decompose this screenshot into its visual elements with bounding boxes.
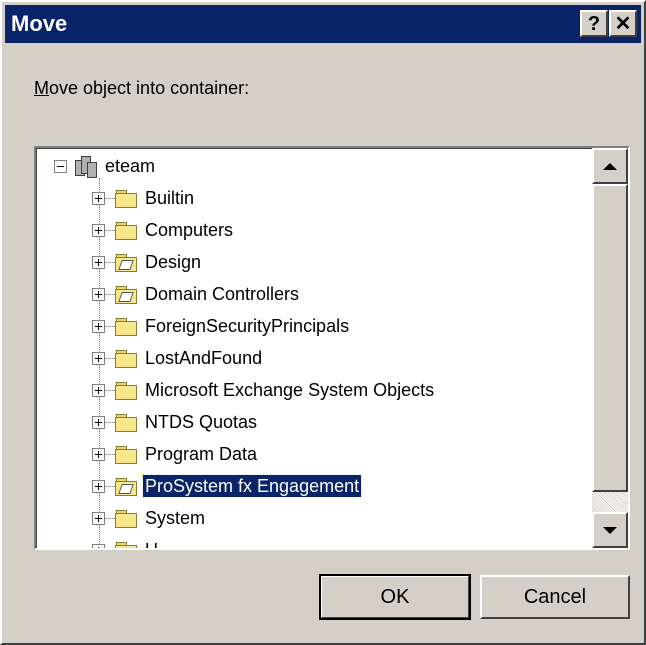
tree-connector xyxy=(105,197,115,199)
help-icon: ? xyxy=(587,12,601,35)
tree-connector xyxy=(105,261,115,263)
vertical-scrollbar[interactable] xyxy=(592,148,628,548)
tree-item[interactable]: Builtin xyxy=(92,182,196,214)
tree-item-label: Builtin xyxy=(145,188,195,208)
tree-item-label: System xyxy=(145,508,206,528)
tree-item-label: ForeignSecurityPrincipals xyxy=(145,316,350,336)
tree-item-label: Design xyxy=(145,252,202,272)
container-tree[interactable]: eteam Builtin Computers Design Domain Contr… xyxy=(34,146,630,550)
tree-item-label: U xyxy=(143,539,160,548)
ok-button[interactable]: OK xyxy=(319,574,471,620)
expand-icon[interactable] xyxy=(92,255,105,269)
arrow-down-icon xyxy=(603,526,617,534)
folder-icon xyxy=(115,541,137,548)
tree-item-label: LostAndFound xyxy=(145,348,263,368)
expand-icon[interactable] xyxy=(92,287,105,301)
tree-item-label: ProSystem fx Engagement xyxy=(141,474,363,498)
expand-icon[interactable] xyxy=(92,415,105,429)
tree-connector xyxy=(105,229,115,231)
expand-icon[interactable] xyxy=(92,447,105,461)
help-button[interactable]: ? xyxy=(580,10,608,37)
folder-icon xyxy=(115,445,137,464)
folder-icon xyxy=(115,413,137,432)
dialog-title: Move xyxy=(11,11,68,36)
scroll-up-button[interactable] xyxy=(592,148,628,184)
tree-connector xyxy=(105,357,115,359)
title-bar[interactable]: Move ? ✕ xyxy=(5,5,641,43)
tree-item-label: Program Data xyxy=(145,444,258,464)
tree-connector xyxy=(105,325,115,327)
tree-item[interactable]: ProSystem fx Engagement xyxy=(92,470,363,502)
tree-item[interactable]: System xyxy=(92,502,207,534)
tree-connector xyxy=(105,453,115,455)
ou-folder-icon xyxy=(115,477,137,496)
folder-icon xyxy=(115,509,137,528)
arrow-up-icon xyxy=(603,162,617,170)
tree-connector xyxy=(105,293,115,295)
prompt-text: ove object into container: xyxy=(49,78,250,98)
expand-icon[interactable] xyxy=(92,351,105,365)
tree-item-label: Microsoft Exchange System Objects xyxy=(145,380,435,400)
collapse-icon[interactable] xyxy=(54,159,67,173)
expand-icon[interactable] xyxy=(92,383,105,397)
tree-item-label: NTDS Quotas xyxy=(145,412,258,432)
tree-item[interactable]: U xyxy=(92,534,160,548)
tree-item[interactable]: ForeignSecurityPrincipals xyxy=(92,310,351,342)
expand-icon[interactable] xyxy=(92,319,105,333)
tree-content: eteam Builtin Computers Design Domain Contr… xyxy=(36,148,592,548)
ou-folder-icon xyxy=(115,285,137,304)
scrollbar-thumb[interactable] xyxy=(592,184,628,492)
move-dialog: Move ? ✕ Move object into container: ete… xyxy=(0,0,646,645)
tree-item[interactable]: Microsoft Exchange System Objects xyxy=(92,374,436,406)
expand-icon[interactable] xyxy=(92,511,105,525)
tree-item[interactable]: Design xyxy=(92,246,203,278)
tree-connector xyxy=(105,421,115,423)
prompt-mnemonic: M xyxy=(34,78,49,98)
tree-item[interactable]: NTDS Quotas xyxy=(92,406,259,438)
tree-item[interactable]: Domain Controllers xyxy=(92,278,301,310)
tree-item[interactable]: Computers xyxy=(92,214,235,246)
folder-icon xyxy=(115,221,137,240)
scroll-down-button[interactable] xyxy=(592,512,628,548)
tree-item[interactable]: LostAndFound xyxy=(92,342,264,374)
tree-item[interactable]: Program Data xyxy=(92,438,259,470)
tree-connector xyxy=(105,389,115,391)
expand-icon[interactable] xyxy=(92,479,105,493)
close-icon: ✕ xyxy=(614,12,632,35)
expand-icon[interactable] xyxy=(92,543,105,548)
expand-icon[interactable] xyxy=(92,223,105,237)
domain-icon xyxy=(73,154,97,178)
tree-root-label: eteam xyxy=(105,156,156,176)
cancel-button[interactable]: Cancel xyxy=(480,575,630,619)
folder-icon xyxy=(115,317,137,336)
tree-connector xyxy=(105,485,115,487)
tree-item-label: Domain Controllers xyxy=(145,284,300,304)
close-button[interactable]: ✕ xyxy=(609,10,637,37)
folder-icon xyxy=(115,349,137,368)
tree-item-label: Computers xyxy=(145,220,234,240)
folder-icon xyxy=(115,381,137,400)
expand-icon[interactable] xyxy=(92,191,105,205)
prompt-label: Move object into container: xyxy=(34,78,249,99)
tree-root[interactable]: eteam xyxy=(54,150,157,182)
ou-folder-icon xyxy=(115,253,137,272)
folder-icon xyxy=(115,189,137,208)
tree-connector xyxy=(105,517,115,519)
